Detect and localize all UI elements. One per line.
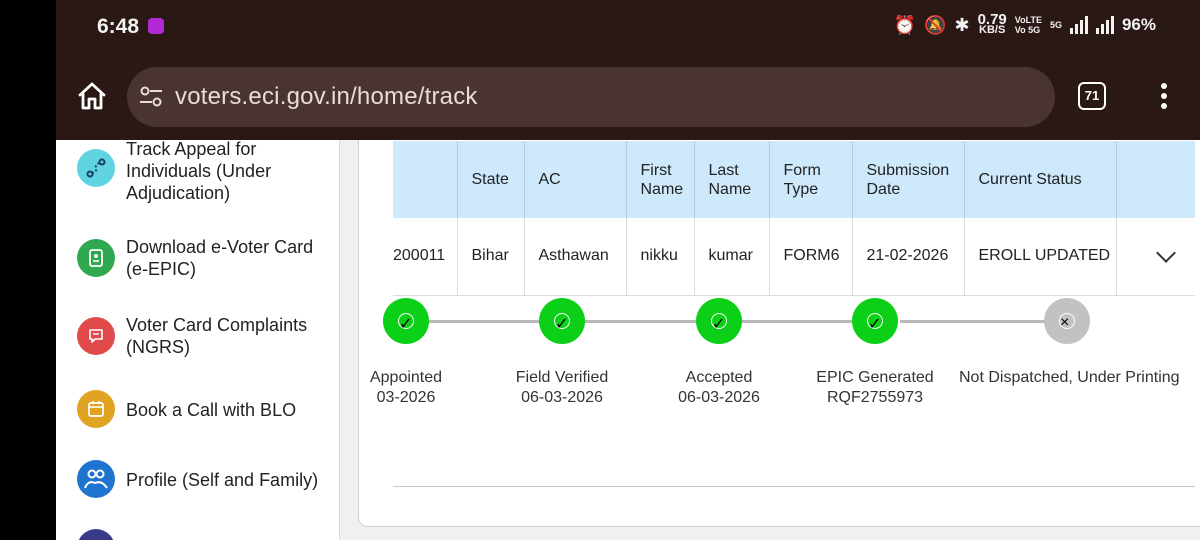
route-icon (77, 149, 115, 187)
phone-screen: 6:48 ⏰ 🔕 ✱ 0.79KB/S VoLTEVo 5G 5G 96% (0, 0, 1200, 540)
sidebar-item-label: Track Appeal for Individuals (Under Adju… (126, 140, 272, 203)
bell-off-icon: 🔕 (924, 15, 947, 35)
id-card-icon (77, 239, 115, 277)
cell-current-status: EROLL UPDATED (963, 218, 1116, 296)
col-header-ac: AC (523, 141, 626, 218)
expand-row-button[interactable] (1115, 218, 1195, 296)
col-header-submission-date: Submission Date (851, 141, 964, 218)
address-bar[interactable]: voters.eci.gov.in/home/track (127, 67, 1055, 127)
cell-reference: 200011 (393, 218, 457, 296)
battery-level: 96% (1121, 15, 1156, 34)
sidebar-item-label: Download e-Voter Card (e-EPIC) (126, 237, 314, 279)
chevron-down-icon[interactable] (1155, 243, 1176, 264)
status-timeline: ✓ ✓ ✓ ✓ × Appointed 03-2026 Field Verifi… (359, 296, 1200, 436)
cell-state: Bihar (456, 218, 524, 296)
family-icon (77, 460, 115, 498)
cell-submission-date: 21-02-2026 (851, 218, 964, 296)
web-page: Track Appeal for Individuals (Under Adju… (56, 140, 1200, 540)
app-notification-icon (148, 18, 164, 34)
step-dispatch-cross-icon: × (1044, 298, 1090, 344)
sidebar-item-profile[interactable]: Profile (Self and Family) (56, 460, 339, 500)
card-inner-divider (393, 486, 1195, 487)
network-type: 5G (1049, 20, 1062, 30)
status-bar: 6:48 ⏰ 🔕 ✱ 0.79 KB/S VoLTE Vo 5G 5G 96% (56, 0, 1200, 56)
col-header-last-name: Last Name (693, 141, 769, 218)
alarm-icon: ⏰ (893, 15, 917, 35)
sidebar-item-label: Voter Card Complaints (NGRS) (126, 315, 308, 357)
step-label-not-dispatched: Not Dispatched, Under Printing (959, 368, 1180, 388)
main-content: State AC First Name Last Name Form Type … (340, 140, 1200, 540)
bluetooth-icon: ✱ (954, 15, 970, 35)
timeline-connector (419, 320, 549, 323)
step-title: Not Dispatched, Under Printing (959, 369, 1180, 386)
overflow-menu-icon[interactable] (1156, 83, 1172, 111)
complaint-icon (77, 317, 115, 355)
timeline-connector (900, 320, 1045, 323)
more-menu-icon[interactable] (77, 529, 115, 540)
step-title: EPIC Generated (816, 369, 934, 386)
step-field-verified-check-icon: ✓ (539, 298, 585, 344)
tab-switcher-button[interactable]: 71 (1078, 82, 1106, 110)
step-detail: RQF2755973 (826, 389, 924, 406)
status-time: 6:48 (97, 15, 140, 38)
cell-ac: Asthawan (523, 218, 626, 296)
col-header-reference (393, 141, 457, 218)
sidebar-item-book-call[interactable]: Book a Call with BLO (56, 390, 339, 430)
table-row[interactable]: 200011 Bihar Asthawan nikku kumar FORM6 … (393, 218, 1195, 296)
browser-chrome: 6:48 ⏰ 🔕 ✱ 0.79KB/S VoLTEVo 5G 5G 96% (56, 0, 1200, 140)
network-speed: 0.79 KB/S (977, 11, 1007, 36)
cell-last-name: kumar (693, 218, 769, 296)
step-label-epic-generated: EPIC Generated RQF2755973 (765, 368, 985, 408)
col-header-form-type: Form Type (768, 141, 852, 218)
col-header-expand (1115, 141, 1195, 218)
sidebar-item-track-appeal[interactable]: Track Appeal for Individuals (Under Adju… (56, 140, 339, 208)
col-header-state: State (456, 141, 524, 218)
sidebar-item-download-epic[interactable]: Download e-Voter Card (e-EPIC) (56, 236, 339, 280)
url-text[interactable]: voters.eci.gov.in/home/track (175, 83, 478, 111)
cell-form-type: FORM6 (768, 218, 852, 296)
col-header-first-name: First Name (625, 141, 694, 218)
sidebar-menu: Track Appeal for Individuals (Under Adju… (56, 140, 340, 540)
calendar-icon (77, 390, 115, 428)
tracking-card: State AC First Name Last Name Form Type … (358, 140, 1200, 527)
status-icons: ⏰ 🔕 ✱ 0.79 KB/S VoLTE Vo 5G 5G 96% (893, 11, 1156, 36)
timeline-connector (742, 320, 867, 323)
timeline-connector (585, 320, 709, 323)
step-epic-generated-check-icon: ✓ (852, 298, 898, 344)
signal-bars-icon (1069, 16, 1088, 34)
url-bar-row: voters.eci.gov.in/home/track 71 (56, 66, 1200, 128)
home-icon[interactable] (76, 80, 108, 112)
volte-indicator: VoLTE Vo 5G (1014, 15, 1042, 35)
step-appointed-check-icon: ✓ (383, 298, 429, 344)
table-header-row: State AC First Name Last Name Form Type … (393, 141, 1195, 218)
sidebar-item-label: Profile (Self and Family) (126, 470, 319, 490)
cell-first-name: nikku (625, 218, 694, 296)
sidebar-item-label: Book a Call with BLO (126, 400, 297, 420)
step-accepted-check-icon: ✓ (696, 298, 742, 344)
signal-bars-icon-2 (1095, 16, 1114, 34)
application-table: State AC First Name Last Name Form Type … (393, 141, 1195, 296)
col-header-current-status: Current Status (963, 141, 1116, 218)
sidebar-item-complaints[interactable]: Voter Card Complaints (NGRS) (56, 314, 339, 358)
screen-edge (0, 0, 56, 540)
site-settings-icon[interactable] (139, 86, 163, 108)
